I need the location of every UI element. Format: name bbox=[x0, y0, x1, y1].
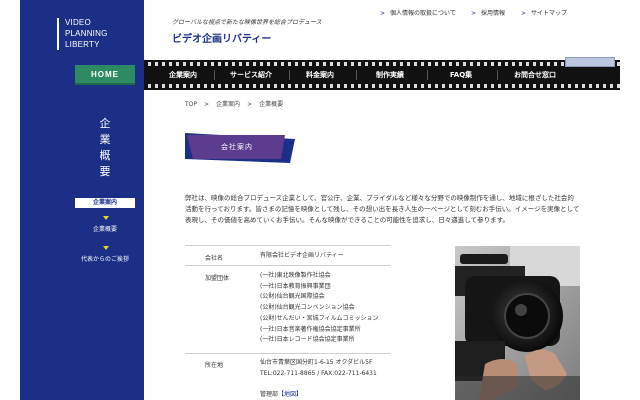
nav-contact[interactable]: お問合せ窓口 bbox=[503, 69, 567, 81]
chevron-down-icon bbox=[103, 246, 109, 250]
site-logo[interactable]: VIDEO PLANNING LIBERTY bbox=[57, 18, 121, 50]
nav-works[interactable]: 制作実績 bbox=[362, 69, 418, 81]
chevron-right-icon: > bbox=[521, 10, 527, 17]
sidebar-title-char: 要 bbox=[99, 165, 111, 178]
nav-services[interactable]: サービス紹介 bbox=[220, 69, 282, 81]
address-label: 所在地 bbox=[205, 362, 224, 369]
intro-line: 表現し、その価値を高めていくお手伝い。そんな映像ができることの可能性を追求し、日… bbox=[185, 216, 509, 224]
recruit-link-label: 採用情報 bbox=[481, 10, 506, 17]
management-label: 管理部 bbox=[260, 391, 279, 399]
sitemap-link-label: サイトマップ bbox=[531, 10, 568, 17]
address-line: 仙台市青葉区国分町1-6-15 オクダビル5F bbox=[260, 359, 373, 366]
page: VIDEO PLANNING LIBERTY HOME 企 業 概 要 企業案内… bbox=[0, 0, 640, 400]
membership-item: (公財)仙台観光コンベンション協会 bbox=[260, 304, 355, 312]
sidebar-title-char: 企 bbox=[99, 117, 111, 130]
site-title[interactable]: ビデオ企画リバティー bbox=[172, 30, 271, 45]
membership-item: (公財)仙台観光国際協会 bbox=[260, 293, 325, 301]
sitemap-link[interactable]: > サイトマップ bbox=[521, 8, 567, 17]
memberships-label: 加盟団体 bbox=[205, 275, 230, 282]
membership-item: (一社)日本音楽著作権協会協定事業所 bbox=[260, 325, 361, 333]
sidebar-title-char: 業 bbox=[99, 133, 111, 146]
table-row: 会社名 有限会社ビデオ企画リバティー bbox=[185, 245, 390, 265]
breadcrumb-company[interactable]: 企業案内 bbox=[216, 101, 240, 108]
map-link[interactable]: 【地図】 bbox=[278, 391, 302, 398]
sidebar-item-company-guide[interactable]: 企業案内 bbox=[75, 198, 135, 208]
company-name-value: 有限会社ビデオ企画リバティー bbox=[260, 252, 344, 259]
recruit-link[interactable]: > 採用情報 bbox=[471, 8, 505, 17]
nav-divider bbox=[356, 70, 357, 80]
company-name-label: 会社名 bbox=[205, 255, 224, 262]
memberships-list: (一社)東北映像製作社協会 (一社)日本教育振興事業団 (公財)仙台観光国際協会… bbox=[260, 271, 378, 346]
nav-faq[interactable]: FAQ集 bbox=[433, 69, 489, 81]
intro-text: 弊社は、映像の総合プロデュース企業として、官公庁、企業、ブライダルなど様々な分野… bbox=[185, 193, 585, 226]
management-line: 管理部【地図】 bbox=[260, 390, 377, 400]
sidebar-section-title: 企 業 概 要 bbox=[95, 116, 115, 180]
camera-photo bbox=[455, 246, 580, 400]
nav-divider bbox=[427, 70, 428, 80]
address-value: 仙台市青葉区国分町1-6-15 オクダビル5F TEL:022-711-8865… bbox=[260, 358, 377, 400]
logo-bar bbox=[57, 18, 59, 50]
breadcrumb-separator: > bbox=[204, 101, 210, 108]
logo-line: LIBERTY bbox=[65, 40, 100, 49]
membership-item: (一社)東北映像製作社協会 bbox=[260, 272, 331, 279]
breadcrumb: TOP > 企業案内 > 企業概要 bbox=[185, 99, 283, 108]
nav-divider bbox=[497, 70, 498, 80]
table-row: 所在地 仙台市青葉区国分町1-6-15 オクダビル5F TEL:022-711-… bbox=[185, 353, 390, 400]
chevron-right-icon: > bbox=[471, 10, 477, 17]
film-perforation bbox=[144, 62, 620, 66]
nav-company[interactable]: 企業案内 bbox=[158, 69, 208, 81]
broken-image-icon bbox=[565, 57, 615, 67]
sidebar-title-char: 概 bbox=[99, 149, 111, 162]
logo-line: VIDEO bbox=[65, 18, 91, 27]
site-tagline: グローバルな視点で新たな映像世界を総合プロデュース bbox=[172, 19, 322, 26]
membership-item: (一社)日本レコード協会協定事業所 bbox=[260, 336, 355, 344]
breadcrumb-current: 企業概要 bbox=[259, 101, 284, 108]
camera-illustration bbox=[455, 246, 580, 400]
logo-line: PLANNING bbox=[65, 29, 108, 38]
intro-line: 活動を行っております。皆さまの記憶を映像として残し、その想い出を長き人生の一ペー… bbox=[185, 205, 580, 213]
membership-item: (公財)せんだい・宮城フィルムコミッション bbox=[260, 314, 379, 322]
nav-divider bbox=[289, 70, 290, 80]
contact-line: TEL:022-711-8865 / FAX:022-711-6431 bbox=[260, 369, 377, 377]
chevron-right-icon: > bbox=[380, 10, 386, 17]
nav-pricing[interactable]: 料金案内 bbox=[295, 69, 345, 81]
breadcrumb-separator: > bbox=[247, 101, 253, 108]
table-row: 加盟団体 (一社)東北映像製作社協会 (一社)日本教育振興事業団 (公財)仙台観… bbox=[185, 265, 390, 353]
privacy-link-label: 個人情報の取扱について bbox=[390, 10, 456, 17]
chevron-down-icon bbox=[103, 216, 109, 220]
intro-line: 弊社は、映像の総合プロデュース企業として、官公庁、企業、ブライダルなど様々な分野… bbox=[185, 194, 574, 202]
privacy-link[interactable]: > 個人情報の取扱について bbox=[380, 8, 456, 17]
home-button[interactable]: HOME bbox=[75, 65, 135, 85]
breadcrumb-top[interactable]: TOP bbox=[185, 101, 197, 108]
nav-divider bbox=[214, 70, 215, 80]
section-heading: 会社案内 bbox=[221, 143, 253, 151]
film-perforation bbox=[144, 84, 620, 88]
sidebar-item-company-overview[interactable]: 企業概要 bbox=[75, 224, 135, 233]
sidebar-item-greeting[interactable]: 代表からのご挨拶 bbox=[75, 254, 135, 263]
global-nav: 企業案内 サービス紹介 料金案内 制作実績 FAQ集 お問合せ窓口 bbox=[144, 60, 620, 90]
membership-item: (一社)日本教育振興事業団 bbox=[260, 282, 331, 290]
